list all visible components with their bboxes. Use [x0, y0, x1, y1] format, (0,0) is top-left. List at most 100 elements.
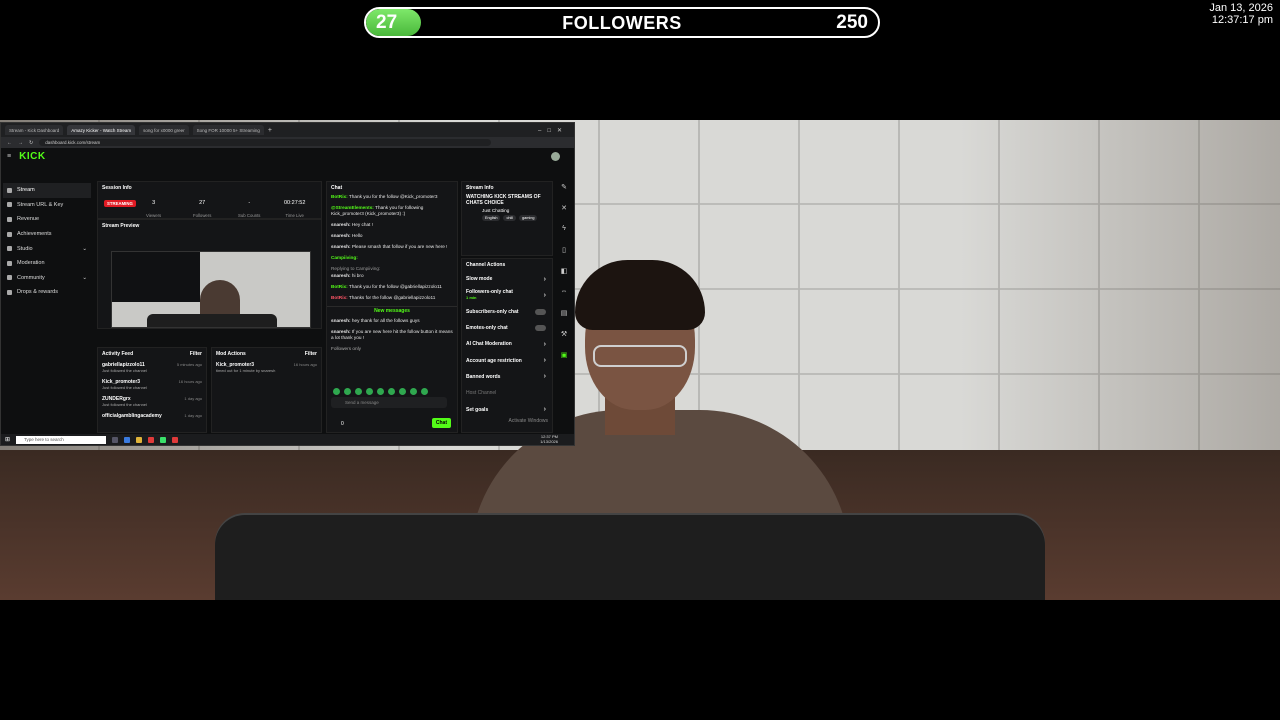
tag[interactable]: English — [482, 215, 501, 221]
taskbar-clock[interactable]: 12:37 PM 1/13/2026 — [540, 434, 558, 444]
stream-category[interactable]: Just Chatting — [462, 206, 552, 215]
sidebar-item-moderation[interactable]: Moderation — [3, 256, 91, 271]
account-age-row[interactable]: Account age restriction › — [462, 352, 552, 368]
panel-title: Mod Actions Filter — [216, 351, 317, 357]
list-item: Kick_promoter3 timed out for 1 minute by … — [216, 362, 317, 373]
sidebar-item-revenue[interactable]: Revenue — [3, 212, 91, 227]
browser-tab-bar: Stream - Kick Dashboard Amazy Kicker - W… — [1, 123, 574, 137]
chat-message: @StreamElements: Thank you for following… — [331, 205, 424, 216]
banned-words-row[interactable]: Banned words › — [462, 369, 552, 385]
browser-tab[interactable]: Stream - Kick Dashboard — [5, 125, 64, 135]
chat-message: Campiiving: — [331, 255, 358, 260]
channel-actions-panel: Channel Actions Slow mode › Followers-onl… — [461, 258, 553, 433]
sidebar-item-drops[interactable]: Drops & rewards — [3, 285, 91, 300]
overlay-time: 12:37:17 pm — [1211, 14, 1273, 26]
bolt-icon[interactable]: ϟ — [556, 225, 572, 246]
browser-tab[interactable]: Song FOR 10000 5+ Streaming — [192, 125, 264, 135]
community-icon — [7, 275, 12, 281]
follower-goal-target: 250 — [836, 12, 868, 33]
taskbar-app-icon[interactable] — [172, 436, 179, 443]
emote-bar[interactable] — [333, 388, 428, 395]
follower-goal-bar: 27 FOLLOWERS 250 — [364, 7, 880, 38]
stat-value: - — [248, 200, 251, 206]
filter-button[interactable]: Filter — [190, 351, 202, 357]
overlay-clock: Jan 13, 2026 12:37:17 pm — [1209, 2, 1273, 26]
chat-message: snaresh: hey thank for all the follows g… — [331, 318, 420, 323]
browser-tab[interactable]: song for x0000 greer — [139, 125, 189, 135]
taskbar-app-icon[interactable] — [112, 436, 119, 443]
glasses — [593, 345, 687, 367]
chat-message: snaresh: If you are new here hit the fol… — [331, 329, 453, 340]
toggle-switch — [535, 308, 546, 315]
sidebar-item-stream-url[interactable]: Stream URL & Key — [3, 198, 91, 213]
chevron-right-icon: › — [543, 406, 546, 414]
followers-only-row[interactable]: Followers-only chat 1 min › — [462, 287, 552, 303]
browser-tab[interactable]: Amazy Kicker - Watch Stream — [67, 125, 136, 135]
taskbar-app-icon[interactable] — [136, 436, 143, 443]
list-item: Kick_promoter3 Just followed the channel 1… — [102, 379, 202, 390]
sidebar-item-achievements[interactable]: Achievements — [3, 227, 91, 242]
taskbar-search[interactable]: Type here to search — [16, 435, 107, 444]
sidebar-item-stream[interactable]: Stream — [3, 183, 91, 198]
taskbar-app-icon[interactable] — [124, 436, 131, 443]
wrench-icon[interactable]: ⚒ — [556, 330, 572, 351]
window-controls[interactable]: –□✕ — [538, 127, 574, 134]
avatar[interactable] — [551, 151, 560, 161]
reload-icon[interactable]: ↻ — [29, 140, 33, 146]
slow-mode-row[interactable]: Slow mode › — [462, 271, 552, 287]
chevron-right-icon: › — [543, 340, 546, 348]
chat-message: snaresh: Hello — [331, 233, 363, 238]
forward-icon[interactable]: → — [18, 140, 23, 146]
follower-goal-title: FOLLOWERS — [562, 13, 682, 33]
host-channel-row[interactable]: Host Channel — [462, 385, 552, 401]
chevron-right-icon: › — [543, 357, 546, 365]
clipboard-icon[interactable]: ▤ — [556, 309, 572, 330]
gift-icon — [7, 289, 12, 295]
file-icon[interactable]: ▯ — [556, 246, 572, 267]
close-icon[interactable]: ✕ — [556, 204, 572, 225]
tag[interactable]: chill — [503, 215, 516, 221]
panel-title: Chat — [331, 185, 343, 191]
subscribers-only-row[interactable]: Subscribers-only chat — [462, 304, 552, 320]
stream-preview-video[interactable] — [111, 251, 311, 328]
stat-label: Followers — [193, 213, 212, 218]
chat-message: snaresh: hi bro — [331, 273, 364, 278]
dashboard-sidebar: Stream Stream URL & Key Revenue Achievem… — [3, 183, 91, 300]
windows-taskbar: ⊞ Type here to search 12:37 PM 1/13/2026 — [1, 434, 574, 445]
windows-start-icon[interactable]: ⊞ — [5, 436, 10, 443]
set-goals-row[interactable]: Set goals › — [462, 401, 552, 417]
trophy-icon — [7, 231, 12, 237]
puzzle-icon[interactable]: ▣ — [556, 351, 572, 372]
send-chat-button[interactable]: Chat — [431, 418, 451, 428]
list-item: gabriellapizzolo11 Just followed the chan… — [102, 362, 202, 373]
emotes-only-row[interactable]: Emotes-only chat — [462, 320, 552, 336]
menu-icon[interactable]: ≡ — [7, 153, 11, 160]
mod-actions-panel: Mod Actions Filter Kick_promoter3 timed ou… — [211, 347, 322, 433]
back-icon[interactable]: ← — [7, 140, 12, 146]
sidebar-item-community[interactable]: Community ⌄ — [3, 271, 91, 286]
sidebar-item-studio[interactable]: Studio ⌄ — [3, 241, 91, 256]
filter-button[interactable]: Filter — [305, 351, 317, 357]
taskbar-app-icon[interactable] — [160, 436, 167, 443]
pencil-icon[interactable]: ✎ — [556, 183, 572, 204]
ai-moderation-row[interactable]: AI Chat Moderation › — [462, 336, 552, 352]
chat-message: BotRix: Thanks for the follow @gabriella… — [331, 295, 436, 300]
tag[interactable]: gaming — [519, 215, 538, 221]
stat-label: Sub Counts — [238, 213, 261, 218]
followers-only-note: Followers only — [331, 346, 361, 351]
chat-input[interactable]: Send a message — [331, 397, 447, 408]
chat-panel: Chat BotRix: Thank you for the follow @K… — [326, 181, 458, 433]
expand-icon[interactable]: ⇔ — [556, 288, 572, 309]
panel-title: Activity Feed Filter — [102, 351, 202, 357]
kick-logo[interactable]: KICK — [19, 151, 45, 162]
panel-title: Stream Preview — [102, 223, 140, 229]
new-tab-icon[interactable]: + — [268, 127, 272, 134]
studio-icon — [7, 246, 12, 252]
new-messages-divider[interactable]: New messages — [327, 306, 457, 314]
overlay-date: Jan 13, 2026 — [1209, 2, 1273, 14]
url-field[interactable]: dashboard.kick.com/stream — [39, 139, 492, 146]
stat-value: 27 — [199, 200, 206, 206]
chat-icon[interactable]: ◧ — [556, 267, 572, 288]
taskbar-app-icon[interactable] — [148, 436, 155, 443]
stat-label: Time Live — [285, 213, 304, 218]
